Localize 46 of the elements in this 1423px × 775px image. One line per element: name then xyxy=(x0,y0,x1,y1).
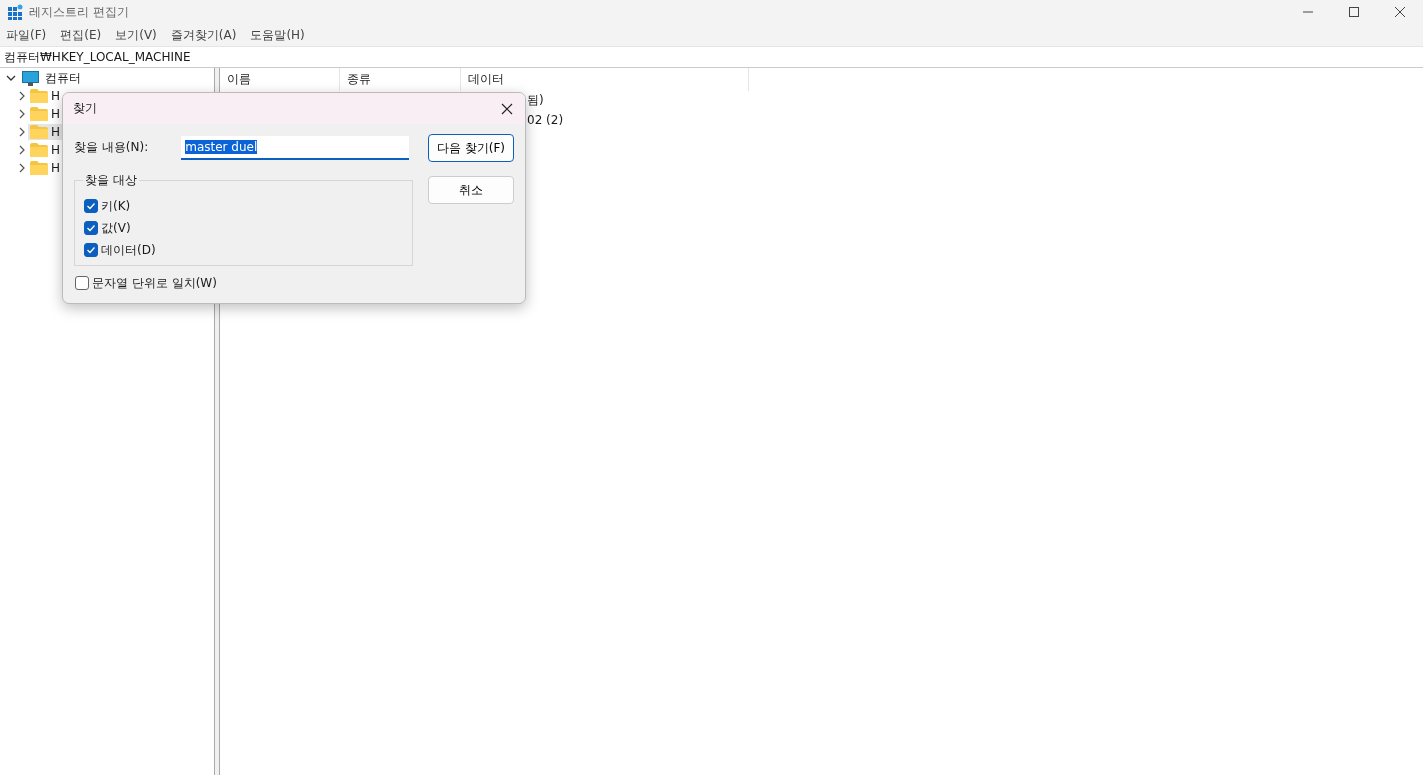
folder-icon xyxy=(30,125,48,139)
table-cell: 됨) xyxy=(527,92,544,109)
column-header[interactable]: 이름 xyxy=(220,68,340,91)
checkbox[interactable] xyxy=(84,199,98,213)
find-next-button[interactable]: 다음 찾기(F) xyxy=(428,134,514,162)
check-icon xyxy=(86,223,96,233)
window-title: 레지스트리 편집기 xyxy=(29,3,129,21)
check-icon xyxy=(86,201,96,211)
folder-icon xyxy=(30,89,48,103)
column-header[interactable]: 데이터 xyxy=(461,68,749,91)
tree-item[interactable]: H xyxy=(28,106,63,122)
menu-item[interactable]: 도움말(H) xyxy=(250,26,305,44)
dialog-title: 찾기 xyxy=(73,100,97,117)
tree-item[interactable]: 컴퓨터 xyxy=(45,69,81,87)
field-label: 찾을 내용(N): xyxy=(74,139,149,156)
checkbox-label[interactable]: 값(V) xyxy=(101,219,131,237)
menu-item[interactable]: 편집(E) xyxy=(60,26,102,44)
checkbox-label[interactable]: 데이터(D) xyxy=(101,241,156,259)
cancel-button[interactable]: 취소 xyxy=(428,176,514,204)
tree-item[interactable]: H xyxy=(28,160,63,176)
tree-item[interactable]: H xyxy=(28,142,63,158)
registry-icon xyxy=(7,4,23,20)
maximize-icon xyxy=(1348,6,1360,18)
group-title: 찾을 대상 xyxy=(83,172,139,189)
menu-item[interactable]: 파일(F) xyxy=(6,26,47,44)
checkbox[interactable] xyxy=(84,221,98,235)
menu-item[interactable]: 즐겨찾기(A) xyxy=(170,26,237,44)
folder-icon xyxy=(30,143,48,157)
close-icon xyxy=(501,102,513,115)
computer-icon xyxy=(22,70,39,86)
checkbox-label[interactable]: 키(K) xyxy=(101,197,131,215)
tree-item[interactable]: H xyxy=(28,124,63,140)
checkbox[interactable] xyxy=(75,276,89,290)
folder-icon xyxy=(30,107,48,121)
address-bar[interactable]: 컴퓨터₩HKEY_LOCAL_MACHINE xyxy=(0,46,1423,68)
check-icon xyxy=(86,245,96,255)
chevron-icon[interactable] xyxy=(6,73,16,83)
checkbox[interactable] xyxy=(84,243,98,257)
column-header[interactable]: 종류 xyxy=(340,68,461,91)
close-icon xyxy=(1394,6,1406,18)
table-cell: 02 (2) xyxy=(527,112,564,127)
menu-item[interactable]: 보기(V) xyxy=(115,26,157,44)
search-field[interactable]: master duel xyxy=(181,135,410,160)
folder-icon xyxy=(30,161,48,175)
tree-item[interactable]: H xyxy=(28,88,63,104)
checkbox-label[interactable]: 문자열 단위로 일치(W) xyxy=(92,274,217,292)
